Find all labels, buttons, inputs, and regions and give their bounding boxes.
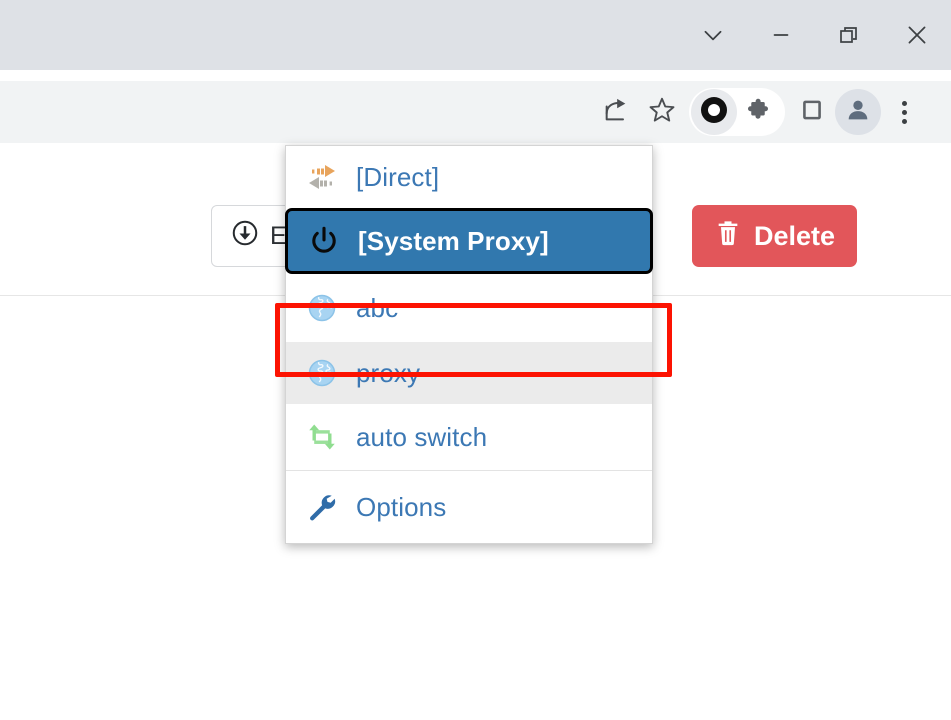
menu-item-label: proxy xyxy=(356,357,421,388)
proxy-switcher-popup-menu: [Direct] [System Proxy] abc proxy auto s… xyxy=(285,145,653,544)
trash-icon xyxy=(714,219,742,254)
menu-item-label: abc xyxy=(356,292,399,323)
globe-icon xyxy=(298,293,346,323)
globe-icon xyxy=(298,358,346,388)
menu-item-auto-switch[interactable]: auto switch xyxy=(286,404,652,470)
chrome-menu-icon xyxy=(901,100,907,124)
download-circle-icon xyxy=(230,218,260,255)
auto-switch-icon xyxy=(298,420,346,454)
share-icon xyxy=(602,96,630,129)
menu-item-options[interactable]: Options xyxy=(286,471,652,543)
menu-item-label: [Direct] xyxy=(356,161,440,192)
close-button[interactable] xyxy=(883,0,951,70)
chevron-down-icon xyxy=(700,22,726,48)
wrench-icon xyxy=(298,491,346,523)
menu-item-label: auto switch xyxy=(356,421,488,452)
close-icon xyxy=(904,22,930,48)
proxy-switchyomega-extension-icon xyxy=(697,93,731,132)
menu-item-system-proxy[interactable]: [System Proxy] xyxy=(285,208,653,274)
browser-title-bar xyxy=(0,0,951,70)
menu-item-abc[interactable]: abc xyxy=(286,274,652,342)
side-panel-button[interactable] xyxy=(789,89,835,135)
power-icon xyxy=(300,224,348,258)
extensions-puzzle-icon xyxy=(745,95,775,130)
profile-button[interactable] xyxy=(835,89,881,135)
toolbar-actions xyxy=(593,81,927,143)
menu-item-proxy[interactable]: proxy xyxy=(286,342,652,404)
bookmark-star-icon xyxy=(647,95,677,130)
menu-item-label: Options xyxy=(356,491,447,522)
window-controls xyxy=(679,0,951,70)
restore-icon xyxy=(837,23,861,47)
share-button[interactable] xyxy=(593,89,639,135)
chrome-menu-button[interactable] xyxy=(881,89,927,135)
minimize-button[interactable] xyxy=(747,0,815,70)
profile-avatar-icon xyxy=(844,96,872,129)
chevron-down-button[interactable] xyxy=(679,0,747,70)
extensions-pill xyxy=(689,88,785,136)
proxy-switchyomega-extension-button[interactable] xyxy=(691,89,737,135)
bookmark-button[interactable] xyxy=(639,89,685,135)
direct-arrows-icon xyxy=(298,160,346,194)
delete-button[interactable]: Delete xyxy=(692,205,858,267)
extensions-button[interactable] xyxy=(737,89,783,135)
delete-button-label: Delete xyxy=(754,220,836,251)
browser-toolbar xyxy=(0,81,951,143)
side-panel-icon xyxy=(799,97,825,128)
menu-item-label: [System Proxy] xyxy=(358,225,549,256)
minimize-icon xyxy=(768,22,794,48)
menu-item-direct[interactable]: [Direct] xyxy=(286,146,652,208)
restore-button[interactable] xyxy=(815,0,883,70)
